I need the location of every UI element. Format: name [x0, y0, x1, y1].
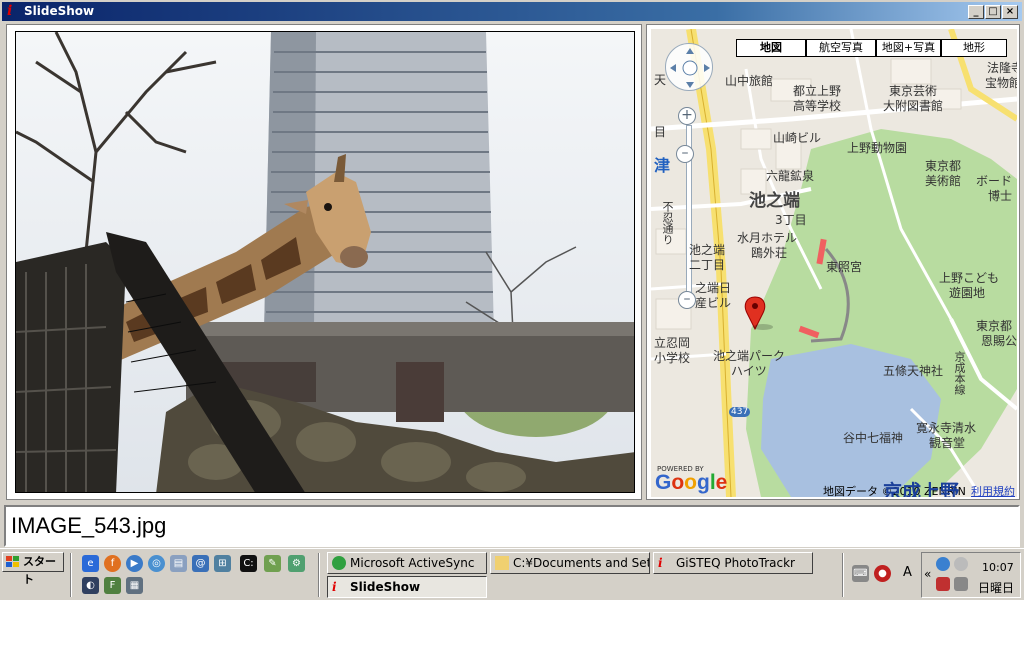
map-label: 小学校 [654, 351, 691, 365]
terms-link[interactable]: 利用規約 [971, 483, 1015, 497]
globe-icon[interactable]: ◎ [148, 555, 165, 572]
system-tray: « 10:07 日曜日 [921, 552, 1021, 598]
map-type-hybrid[interactable]: 地図+写真 [876, 39, 941, 57]
map-label: 天 [654, 73, 667, 87]
clock-day: 日曜日 [978, 581, 1015, 595]
tray-chevron-icon[interactable]: « [924, 567, 931, 581]
map-label: 上野動物園 [847, 141, 908, 155]
map-type-map[interactable]: 地図 [736, 39, 806, 57]
map-label: 池之端 [749, 191, 800, 211]
google-logo: Google [655, 471, 728, 494]
title-bar[interactable]: i SlideShow _ □ × [2, 2, 1022, 21]
map-type-satellite[interactable]: 航空写真 [806, 39, 876, 57]
map-label: 二丁目 [689, 258, 726, 272]
task-label: SlideShow [350, 580, 421, 594]
ftp-icon[interactable]: F [104, 577, 121, 594]
minimize-button[interactable]: _ [968, 5, 984, 19]
giraffe-photo[interactable] [15, 31, 635, 493]
app-icon: i [658, 556, 663, 570]
map-label: 山崎ビル [773, 131, 822, 145]
ie-icon[interactable]: e [82, 555, 99, 572]
map-label: 美術館 [925, 174, 962, 188]
task-label: GiSTEQ PhotoTrackr [676, 556, 795, 570]
task-explorer[interactable]: C:¥Documents and Setti... [490, 552, 650, 574]
map-label: 東照宮 [826, 260, 863, 274]
close-button[interactable]: × [1002, 5, 1018, 19]
map-label: ハイツ [731, 364, 767, 378]
window-title: SlideShow [24, 4, 95, 18]
media-icon[interactable]: ◐ [82, 577, 99, 594]
network-tray-icon[interactable] [936, 557, 950, 571]
map-panel: 地図 航空写真 地図+写真 地形 + – – 天 山中旅館 都立上野 高等学校 … [646, 24, 1020, 500]
slideshow-app-icon: i [7, 3, 13, 19]
taskbar-separator [842, 553, 844, 597]
tool-icon[interactable]: ✎ [264, 555, 281, 572]
map-label: 津 [654, 156, 671, 175]
taskbar-separator [70, 553, 72, 597]
map-label: 高等学校 [793, 99, 842, 113]
picture-icon[interactable]: ▦ [126, 577, 143, 594]
zoom-slider[interactable] [684, 107, 694, 307]
network-icon[interactable]: ⊞ [214, 555, 231, 572]
map-label: 恩賜公 [981, 334, 1017, 348]
map-label: 観音堂 [929, 436, 966, 450]
sync-icon [332, 556, 346, 570]
taskbar-separator [318, 553, 320, 597]
map-label: 3丁目 [775, 213, 807, 227]
sync-tray-icon[interactable] [954, 557, 968, 571]
map-label: 六龍鉱泉 [766, 169, 815, 183]
maximize-button[interactable]: □ [985, 5, 1001, 19]
map-label: 京成本線 [953, 351, 966, 395]
station-label: 京成上野 [883, 481, 960, 497]
photo-panel [6, 24, 642, 500]
screen: i SlideShow _ □ × 地図 航空写真 地図+写真 地形 + – –… [0, 0, 1024, 656]
map-label: 鴎外荘 [751, 246, 788, 260]
task-label: Microsoft ActiveSync [350, 556, 475, 570]
task-slideshow[interactable]: i SlideShow [327, 576, 487, 598]
image-filename: IMAGE_543.jpg [11, 513, 167, 538]
task-activesync[interactable]: Microsoft ActiveSync [327, 552, 487, 574]
zoom-out-button[interactable]: – [678, 291, 696, 309]
map-label: 宝物館 [985, 76, 1017, 90]
ime-mode[interactable]: A [903, 565, 912, 580]
map-label: 目 [654, 125, 667, 139]
keyboard-icon[interactable]: ⌨ [852, 565, 869, 582]
map-type-terrain[interactable]: 地形 [941, 39, 1007, 57]
pan-control[interactable] [665, 43, 713, 91]
ime-icon[interactable]: ● [874, 565, 891, 582]
map-label: 谷中七福神 [843, 431, 904, 445]
media-player-icon[interactable]: ▶ [126, 555, 143, 572]
plugin-icon[interactable]: ⚙ [288, 555, 305, 572]
map-label: 産ビル [695, 296, 732, 310]
zoom-handle[interactable]: – [676, 145, 694, 163]
map-label: 不忍通り [661, 201, 674, 245]
clock-time[interactable]: 10:07 [982, 561, 1014, 574]
task-phototrackr[interactable]: i GiSTEQ PhotoTrackr [653, 552, 813, 574]
start-button[interactable]: スタート [2, 552, 64, 586]
route-badge: 437 [729, 407, 751, 417]
taskbar: スタート e f ▶ ◎ ▤ @ ⊞ C: ✎ ⚙ ◐ F ▦ Microsof… [0, 548, 1024, 600]
app-icon: i [332, 580, 337, 594]
windows-flag-icon [6, 556, 19, 567]
command-prompt-icon[interactable]: C: [240, 555, 257, 572]
slideshow-window: i SlideShow _ □ × 地図 航空写真 地図+写真 地形 + – –… [0, 0, 1024, 548]
map-label: 山中旅館 [725, 74, 774, 88]
document-icon[interactable]: ▤ [170, 555, 187, 572]
map-label: 遊園地 [949, 286, 986, 300]
map-label: 博士 [988, 189, 1013, 203]
filename-field: IMAGE_543.jpg [4, 505, 1020, 547]
map-label: 五條天神社 [883, 364, 944, 378]
map-label: 大附図書館 [883, 99, 944, 113]
task-label: C:¥Documents and Setti... [513, 556, 649, 570]
start-label: スタート [23, 555, 56, 586]
firefox-icon[interactable]: f [104, 555, 121, 572]
security-tray-icon[interactable] [936, 577, 950, 591]
map-view[interactable]: 地図 航空写真 地図+写真 地形 + – – 天 山中旅館 都立上野 高等学校 … [651, 29, 1017, 497]
wifi-tray-icon[interactable] [954, 577, 968, 591]
folder-icon [495, 556, 509, 570]
outlook-icon[interactable]: @ [192, 555, 209, 572]
